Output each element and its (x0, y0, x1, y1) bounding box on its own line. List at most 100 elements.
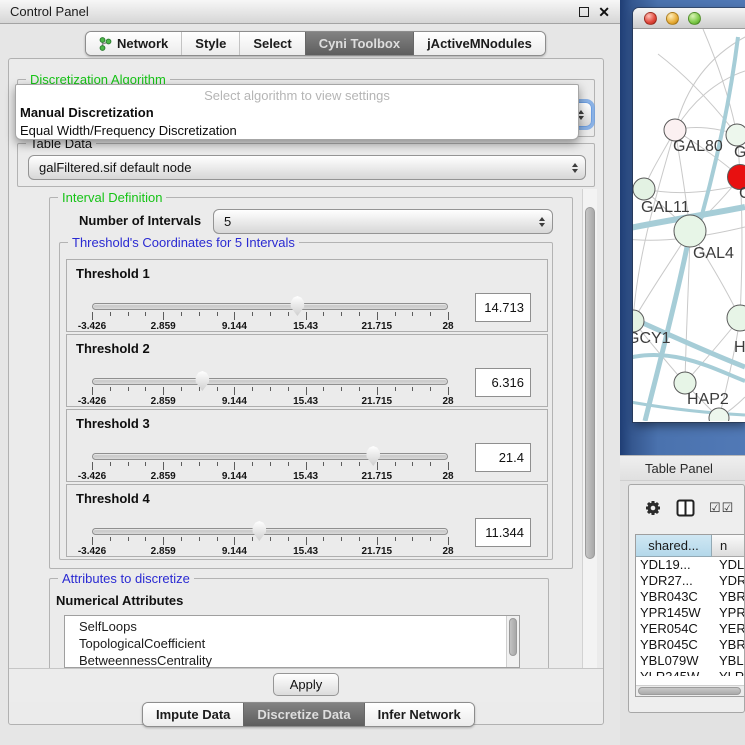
cell[interactable]: YLR345W (636, 669, 712, 676)
cell[interactable]: YDL1 (712, 557, 745, 573)
table-data-group: Table Data galFiltered.sif default node (17, 143, 595, 187)
cell[interactable]: YBR045C (636, 637, 712, 653)
threshold-2-panel: Threshold 2 -3.4262.8599.14415.4321.7152… (66, 334, 548, 407)
table-rows: YDL19...YDL1 YDR27...YDR2 YBR043CYBR0 YP… (636, 557, 745, 676)
table-row[interactable]: YLR345WYLR3 (636, 669, 745, 676)
numerical-attributes-heading: Numerical Attributes (56, 593, 183, 608)
table-panel-area: ☑☑ shared... n YDL19...YDL1 YDR27...YDR2… (620, 481, 745, 745)
list-item-selfloops[interactable]: SelfLoops (65, 616, 519, 635)
threshold-2-slider[interactable]: -3.4262.8599.14415.4321.71528 (92, 335, 448, 408)
slider-track[interactable] (92, 303, 448, 310)
node-partial-bottom[interactable] (709, 408, 729, 421)
node-table: shared... n YDL19...YDL1 YDR27...YDR2 YB… (635, 534, 745, 697)
cell[interactable]: YLR3 (712, 669, 745, 676)
close-icon[interactable]: ✕ (598, 5, 610, 19)
table-row[interactable]: YBR045CYBR0 (636, 637, 745, 653)
thresholds-group-title: Threshold's Coordinates for 5 Intervals (68, 235, 299, 250)
slider-tick-labels: -3.4262.8599.14415.4321.71528 (92, 396, 448, 408)
gear-icon[interactable] (644, 499, 662, 517)
tab-infer-network-label: Infer Network (378, 707, 461, 722)
number-of-intervals-value: 5 (224, 214, 231, 229)
numerical-attributes-list[interactable]: SelfLoops TopologicalCoefficient Between… (64, 615, 520, 668)
dropdown-option-manual-discretization[interactable]: Manual Discretization (16, 103, 578, 121)
network-window-titlebar (633, 8, 745, 29)
slider-track[interactable] (92, 528, 448, 535)
column-header-name[interactable]: n (712, 535, 745, 557)
node-partial-top-right[interactable] (726, 124, 745, 146)
slider-track[interactable] (92, 378, 448, 385)
slider-tick-labels: -3.4262.8599.14415.4321.71528 (92, 546, 448, 558)
node-gal11[interactable] (633, 178, 655, 200)
attributes-list-scrollbar[interactable] (506, 616, 519, 667)
column-visibility-checkboxes-icon[interactable]: ☑☑ (709, 500, 734, 516)
node-gal4[interactable] (674, 215, 706, 247)
label-partial-top-right: GA (734, 144, 745, 161)
cell[interactable]: YER0 (712, 621, 745, 637)
tab-discretize-data[interactable]: Discretize Data (243, 703, 363, 726)
control-panel-window: Control Panel ✕ Network Style Select Cyn (0, 0, 620, 745)
cell[interactable]: YDR2 (712, 573, 745, 589)
network-canvas[interactable]: GAL80 GA C GAL11 GAL4 GCY1 H HAP2 (633, 29, 745, 421)
tab-cyni-toolbox[interactable]: Cyni Toolbox (305, 32, 413, 55)
cell[interactable]: YBR0 (712, 589, 745, 605)
threshold-1-slider[interactable]: -3.4262.8599.14415.4321.71528 (92, 260, 448, 333)
apply-button[interactable]: Apply (273, 673, 339, 696)
table-row[interactable]: YBR043CYBR0 (636, 589, 745, 605)
table-row[interactable]: YDR27...YDR2 (636, 573, 745, 589)
label-hap2: HAP2 (687, 391, 729, 408)
column-layout-icon[interactable] (676, 499, 695, 517)
float-window-icon[interactable] (579, 7, 589, 17)
table-data-combo[interactable]: galFiltered.sif default node (28, 155, 586, 180)
cell[interactable]: YBL0 (712, 653, 745, 669)
column-header-shared-name[interactable]: shared... (636, 535, 712, 557)
dropdown-option-equal-width-frequency[interactable]: Equal Width/Frequency Discretization (16, 121, 578, 139)
settings-vertical-scrollbar[interactable] (582, 189, 597, 668)
cell[interactable]: YBR043C (636, 589, 712, 605)
network-graph: GAL80 GA C GAL11 GAL4 GCY1 H HAP2 (633, 29, 745, 421)
close-traffic-light[interactable] (644, 12, 657, 25)
threshold-2-value-field[interactable]: 6.316 (475, 368, 531, 397)
table-row[interactable]: YER054CYER0 (636, 621, 745, 637)
threshold-3-value-field[interactable]: 21.4 (475, 443, 531, 472)
slider-track[interactable] (92, 453, 448, 460)
cell[interactable]: YPR1 (712, 605, 745, 621)
dropdown-hint: Select algorithm to view settings (16, 88, 578, 103)
table-panel-titlebar: Table Panel (620, 455, 745, 481)
node-partial-low-right[interactable] (727, 305, 745, 331)
network-view-window[interactable]: GAL80 GA C GAL11 GAL4 GCY1 H HAP2 (633, 8, 745, 422)
slider-ticks (92, 537, 448, 546)
tab-style[interactable]: Style (181, 32, 239, 55)
table-row[interactable]: YBL079WYBL0 (636, 653, 745, 669)
thresholds-group: Threshold's Coordinates for 5 Intervals … (59, 242, 553, 560)
table-row[interactable]: YPR145WYPR1 (636, 605, 745, 621)
threshold-1-value-field[interactable]: 14.713 (475, 293, 531, 322)
table-row[interactable]: YDL19...YDL1 (636, 557, 745, 573)
table-horizontal-scrollbar[interactable] (636, 685, 745, 696)
cell[interactable]: YDR27... (636, 573, 712, 589)
tab-select[interactable]: Select (239, 32, 304, 55)
threshold-4-slider[interactable]: -3.4262.8599.14415.4321.71528 (92, 485, 448, 558)
tab-jactivemnodules[interactable]: jActiveMNodules (413, 32, 545, 55)
threshold-3-slider[interactable]: -3.4262.8599.14415.4321.71528 (92, 410, 448, 483)
cell[interactable]: YBL079W (636, 653, 712, 669)
cell[interactable]: YER054C (636, 621, 712, 637)
list-item-topologicalcoefficient[interactable]: TopologicalCoefficient (65, 635, 519, 652)
zoom-traffic-light[interactable] (688, 12, 701, 25)
cell[interactable]: YDL19... (636, 557, 712, 573)
minimize-traffic-light[interactable] (666, 12, 679, 25)
slider-ticks (92, 387, 448, 396)
tab-impute-data[interactable]: Impute Data (143, 703, 243, 726)
label-gal80: GAL80 (673, 138, 723, 155)
tab-jactivemnodules-label: jActiveMNodules (427, 36, 532, 51)
tab-infer-network[interactable]: Infer Network (364, 703, 474, 726)
list-item-betweennesscentrality[interactable]: BetweennessCentrality (65, 652, 519, 668)
cell[interactable]: YPR145W (636, 605, 712, 621)
node-gcy1[interactable] (633, 310, 644, 332)
threshold-3-panel: Threshold 3 -3.4262.8599.14415.4321.7152… (66, 409, 548, 482)
threshold-4-panel: Threshold 4 -3.4262.8599.14415.4321.7152… (66, 484, 548, 557)
cell[interactable]: YBR0 (712, 637, 745, 653)
label-partial-mid-right: C (739, 185, 745, 202)
threshold-4-value-field[interactable]: 11.344 (475, 518, 531, 547)
tab-network[interactable]: Network (86, 32, 181, 55)
number-of-intervals-combo[interactable]: 5 (213, 209, 553, 234)
